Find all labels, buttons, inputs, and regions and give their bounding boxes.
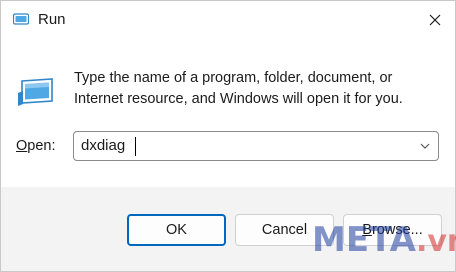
open-label: Open: — [16, 138, 56, 154]
run-icon — [18, 78, 53, 106]
text-caret — [135, 137, 136, 156]
chevron-down-icon[interactable] — [420, 141, 430, 151]
open-combobox[interactable]: dxdiag — [73, 131, 439, 161]
window-title: Run — [38, 11, 66, 28]
instruction-line-1: Type the name of a program, folder, docu… — [74, 70, 393, 86]
instruction-line-2: Internet resource, and Windows will open… — [74, 91, 403, 107]
open-label-accelerator: O — [16, 138, 28, 154]
instruction-text: Type the name of a program, folder, docu… — [74, 68, 434, 110]
watermark-meta: META — [312, 220, 416, 260]
run-app-icon — [13, 13, 29, 25]
ok-button[interactable]: OK — [127, 214, 226, 246]
close-button[interactable] — [419, 5, 451, 35]
watermark-vn: .vn — [415, 224, 456, 259]
open-input[interactable]: dxdiag — [81, 137, 125, 154]
dialog-content: Type the name of a program, folder, docu… — [1, 39, 455, 187]
close-icon — [429, 14, 441, 26]
open-label-text: pen: — [27, 138, 56, 154]
title-bar: Run — [1, 1, 455, 39]
watermark: META.vn — [312, 220, 456, 260]
